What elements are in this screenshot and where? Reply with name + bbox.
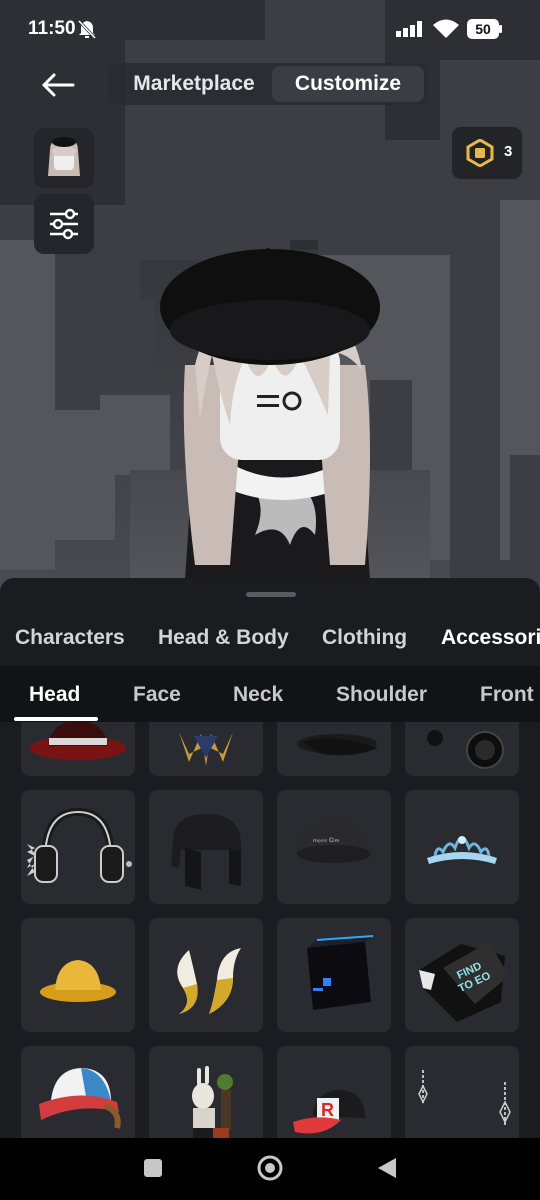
trucker-cap-icon: [39, 1068, 121, 1129]
item-tile[interactable]: [21, 1046, 135, 1138]
robux-count: 3: [504, 143, 513, 160]
spiked-crown-icon: [179, 732, 233, 766]
item-tile[interactable]: ₘₑₛₛ cₗₘ: [277, 790, 391, 904]
item-tile[interactable]: [405, 722, 519, 776]
subcategory-head[interactable]: Head: [29, 683, 80, 707]
avatar-head-icon: [48, 137, 80, 176]
home-circle-icon[interactable]: [256, 1154, 284, 1182]
category-tabs: Characters Head & Body Clothing Accessor…: [0, 616, 540, 662]
sliders-icon: [50, 208, 78, 240]
subcategory-front[interactable]: Front: [480, 683, 534, 707]
black-cap-icon: [297, 734, 377, 756]
yellow-bucket-hat-icon: [40, 960, 116, 1002]
subcategory-tabs: Head Face Neck Shoulder Front: [0, 666, 540, 722]
roblox-cap-icon: R: [293, 1090, 365, 1134]
item-tile[interactable]: FIND TO EO: [405, 918, 519, 1032]
item-tile[interactable]: [21, 918, 135, 1032]
category-characters[interactable]: Characters: [15, 626, 125, 650]
blue-tiara-icon: [427, 836, 497, 864]
battery-level: 50: [475, 21, 491, 37]
item-tile[interactable]: [21, 790, 135, 904]
subcategory-face[interactable]: Face: [133, 683, 181, 707]
item-tile[interactable]: R: [277, 1046, 391, 1138]
black-trapper-hat-icon: [171, 814, 241, 890]
item-tile[interactable]: [149, 722, 263, 776]
system-navigation-bar: [0, 1138, 540, 1200]
svg-text:ₘₑₛₛ cₗₘ: ₘₑₛₛ cₗₘ: [313, 835, 339, 844]
mode-tabs: Marketplace Customize: [108, 63, 428, 105]
active-tab-indicator: [14, 717, 98, 721]
signal-icon: [396, 21, 422, 37]
wifi-icon: [433, 19, 459, 38]
category-accessories[interactable]: Accessories: [441, 626, 540, 650]
tab-marketplace[interactable]: Marketplace: [116, 67, 272, 101]
avatar-thumbnail-button[interactable]: [34, 128, 94, 188]
subcategory-neck[interactable]: Neck: [233, 683, 283, 707]
bunny-figure-hat-icon: [192, 1066, 233, 1138]
tab-customize[interactable]: Customize: [272, 66, 424, 102]
chain-earrings-icon: [418, 1070, 511, 1126]
back-triangle-icon[interactable]: [376, 1156, 398, 1180]
spiked-headphones-icon: [27, 807, 132, 883]
avatar-figure[interactable]: [150, 245, 410, 580]
customize-sheet: Characters Head & Body Clothing Accessor…: [0, 578, 540, 1138]
category-head-body[interactable]: Head & Body: [158, 626, 289, 650]
robux-balance-button[interactable]: 3: [451, 126, 523, 180]
back-arrow-icon[interactable]: [38, 70, 78, 100]
recents-square-icon[interactable]: [143, 1158, 163, 1178]
jurassic-world-headphones-icon: [427, 730, 504, 769]
svg-text:R: R: [321, 1100, 334, 1120]
settings-sliders-button[interactable]: [34, 194, 94, 254]
knit-beanie-icon: ₘₑₛₛ cₗₘ: [297, 818, 371, 863]
sheet-drag-handle[interactable]: [246, 592, 296, 597]
item-tile[interactable]: [405, 1046, 519, 1138]
item-tile[interactable]: [149, 1046, 263, 1138]
subcategory-shoulder[interactable]: Shoulder: [336, 683, 427, 707]
printed-box-hat-icon: FIND TO EO: [419, 942, 509, 1022]
accessory-grid: ₘₑₛₛ cₗₘ FIND TO EO R: [0, 722, 540, 1138]
item-tile[interactable]: [277, 918, 391, 1032]
status-bar: 11:50 50: [0, 0, 540, 60]
item-tile[interactable]: [277, 722, 391, 776]
red-black-fedora-icon: [30, 722, 126, 760]
golden-horns-icon: [177, 948, 241, 1014]
muted-bell-icon: [77, 19, 97, 40]
item-tile[interactable]: [149, 918, 263, 1032]
category-clothing[interactable]: Clothing: [322, 626, 407, 650]
blue-visor-cube-icon: [307, 935, 374, 1010]
item-tile[interactable]: [21, 722, 135, 776]
clock: 11:50: [28, 18, 76, 39]
item-tile[interactable]: [149, 790, 263, 904]
item-tile[interactable]: [405, 790, 519, 904]
robux-icon: [466, 139, 494, 167]
